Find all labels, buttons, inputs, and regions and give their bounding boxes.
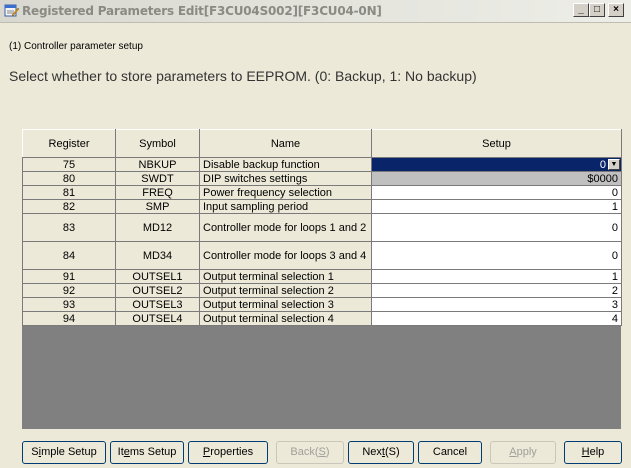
- setup-value: 0: [599, 158, 606, 171]
- close-button[interactable]: ×: [608, 3, 624, 17]
- register-cell: 83: [22, 213, 116, 242]
- register-cell: 91: [22, 269, 116, 284]
- table-row[interactable]: 82 SMP Input sampling period 1: [22, 199, 622, 214]
- symbol-cell: OUTSEL4: [115, 311, 200, 326]
- button-label-part: pply: [516, 446, 537, 458]
- button-label-part: Cancel: [432, 446, 468, 458]
- column-header-symbol[interactable]: Symbol: [115, 129, 200, 158]
- setup-cell[interactable]: 1: [371, 199, 622, 214]
- register-cell: 84: [22, 241, 116, 270]
- button-label-part: ms Setup: [129, 446, 177, 458]
- button-label-part: elp: [589, 446, 605, 458]
- button-label-part: (S): [384, 446, 400, 458]
- setup-cell-selected[interactable]: 0 ▼: [371, 157, 622, 172]
- register-cell: 93: [22, 297, 116, 312]
- table-row[interactable]: 92 OUTSEL2 Output terminal selection 2 2: [22, 283, 622, 298]
- name-cell: Output terminal selection 3: [199, 297, 372, 312]
- properties-button[interactable]: Properties: [188, 441, 268, 464]
- register-cell: 75: [22, 157, 116, 172]
- name-cell: Disable backup function: [199, 157, 372, 172]
- table-row[interactable]: 84 MD34 Controller mode for loops 3 and …: [22, 241, 622, 270]
- name-cell: Power frequency selection: [199, 185, 372, 200]
- symbol-cell: SMP: [115, 199, 200, 214]
- simple-setup-button[interactable]: Simple Setup: [22, 441, 106, 464]
- name-cell: Output terminal selection 4: [199, 311, 372, 326]
- maximize-button[interactable]: □: [589, 3, 605, 17]
- button-mnemonic: A: [509, 446, 517, 458]
- register-cell: 82: [22, 199, 116, 214]
- column-header-setup[interactable]: Setup: [371, 129, 622, 158]
- column-header-name[interactable]: Name: [199, 129, 372, 158]
- name-cell: DIP switches settings: [199, 171, 372, 186]
- name-cell: Controller mode for loops 3 and 4: [199, 241, 372, 270]
- help-button[interactable]: Help: [564, 441, 622, 464]
- next-button[interactable]: Next(S): [348, 441, 414, 464]
- name-cell: Controller mode for loops 1 and 2: [199, 213, 372, 242]
- parameter-grid: Register Symbol Name Setup 75 NBKUP Disa…: [22, 129, 622, 429]
- button-label-part: Nex: [362, 446, 382, 458]
- symbol-cell: OUTSEL2: [115, 283, 200, 298]
- button-label-part: roperties: [210, 446, 254, 458]
- setup-combo[interactable]: 0 ▼: [375, 159, 620, 171]
- name-cell: Output terminal selection 1: [199, 269, 372, 284]
- register-cell: 81: [22, 185, 116, 200]
- parameter-table: Register Symbol Name Setup 75 NBKUP Disa…: [22, 129, 622, 326]
- setup-cell[interactable]: 4: [371, 311, 622, 326]
- setup-cell[interactable]: 0: [371, 213, 622, 242]
- back-button[interactable]: Back(S): [276, 441, 344, 464]
- setup-cell[interactable]: 3: [371, 297, 622, 312]
- table-row[interactable]: 93 OUTSEL3 Output terminal selection 3 3: [22, 297, 622, 312]
- symbol-cell: MD34: [115, 241, 200, 270]
- button-mnemonic: H: [581, 446, 590, 458]
- symbol-cell: FREQ: [115, 185, 200, 200]
- setup-cell[interactable]: 1: [371, 269, 622, 284]
- register-cell: 80: [22, 171, 116, 186]
- symbol-cell: MD12: [115, 213, 200, 242]
- name-cell: Output terminal selection 2: [199, 283, 372, 298]
- window-title: Registered Parameters Edit[F3CU04S002][F…: [22, 4, 382, 18]
- button-label-part: mple Setup: [41, 446, 97, 458]
- app-edit-icon: [4, 4, 19, 17]
- button-label-part: ): [325, 446, 330, 458]
- dropdown-arrow-icon[interactable]: ▼: [608, 159, 620, 170]
- section-label: (1) Controller parameter setup: [9, 41, 143, 52]
- register-cell: 92: [22, 283, 116, 298]
- table-row[interactable]: 91 OUTSEL1 Output terminal selection 1 1: [22, 269, 622, 284]
- table-row[interactable]: 75 NBKUP Disable backup function 0 ▼: [22, 157, 622, 172]
- symbol-cell: OUTSEL1: [115, 269, 200, 284]
- table-row[interactable]: 94 OUTSEL4 Output terminal selection 4 4: [22, 311, 622, 326]
- instruction-text: Select whether to store parameters to EE…: [9, 68, 477, 84]
- button-label-part: Back(: [290, 446, 319, 458]
- apply-button[interactable]: Apply: [490, 441, 556, 464]
- table-row[interactable]: 81 FREQ Power frequency selection 0: [22, 185, 622, 200]
- column-header-register[interactable]: Register: [22, 129, 116, 158]
- cancel-button[interactable]: Cancel: [418, 441, 482, 464]
- name-cell: Input sampling period: [199, 199, 372, 214]
- setup-cell[interactable]: $0000: [371, 171, 622, 186]
- setup-cell[interactable]: 0: [371, 241, 622, 270]
- symbol-cell: OUTSEL3: [115, 297, 200, 312]
- symbol-cell: SWDT: [115, 171, 200, 186]
- setup-cell[interactable]: 0: [371, 185, 622, 200]
- minimize-button[interactable]: _: [573, 3, 589, 17]
- title-bar: Registered Parameters Edit[F3CU04S002][F…: [0, 0, 631, 23]
- items-setup-button[interactable]: Items Setup: [110, 441, 184, 464]
- button-row: Simple Setup Items Setup Properties Back…: [0, 441, 631, 464]
- table-row[interactable]: 80 SWDT DIP switches settings $0000: [22, 171, 622, 186]
- symbol-cell: NBKUP: [115, 157, 200, 172]
- table-row[interactable]: 83 MD12 Controller mode for loops 1 and …: [22, 213, 622, 242]
- button-mnemonic: S: [318, 446, 326, 458]
- register-cell: 94: [22, 311, 116, 326]
- button-label-part: S: [31, 446, 39, 458]
- setup-cell[interactable]: 2: [371, 283, 622, 298]
